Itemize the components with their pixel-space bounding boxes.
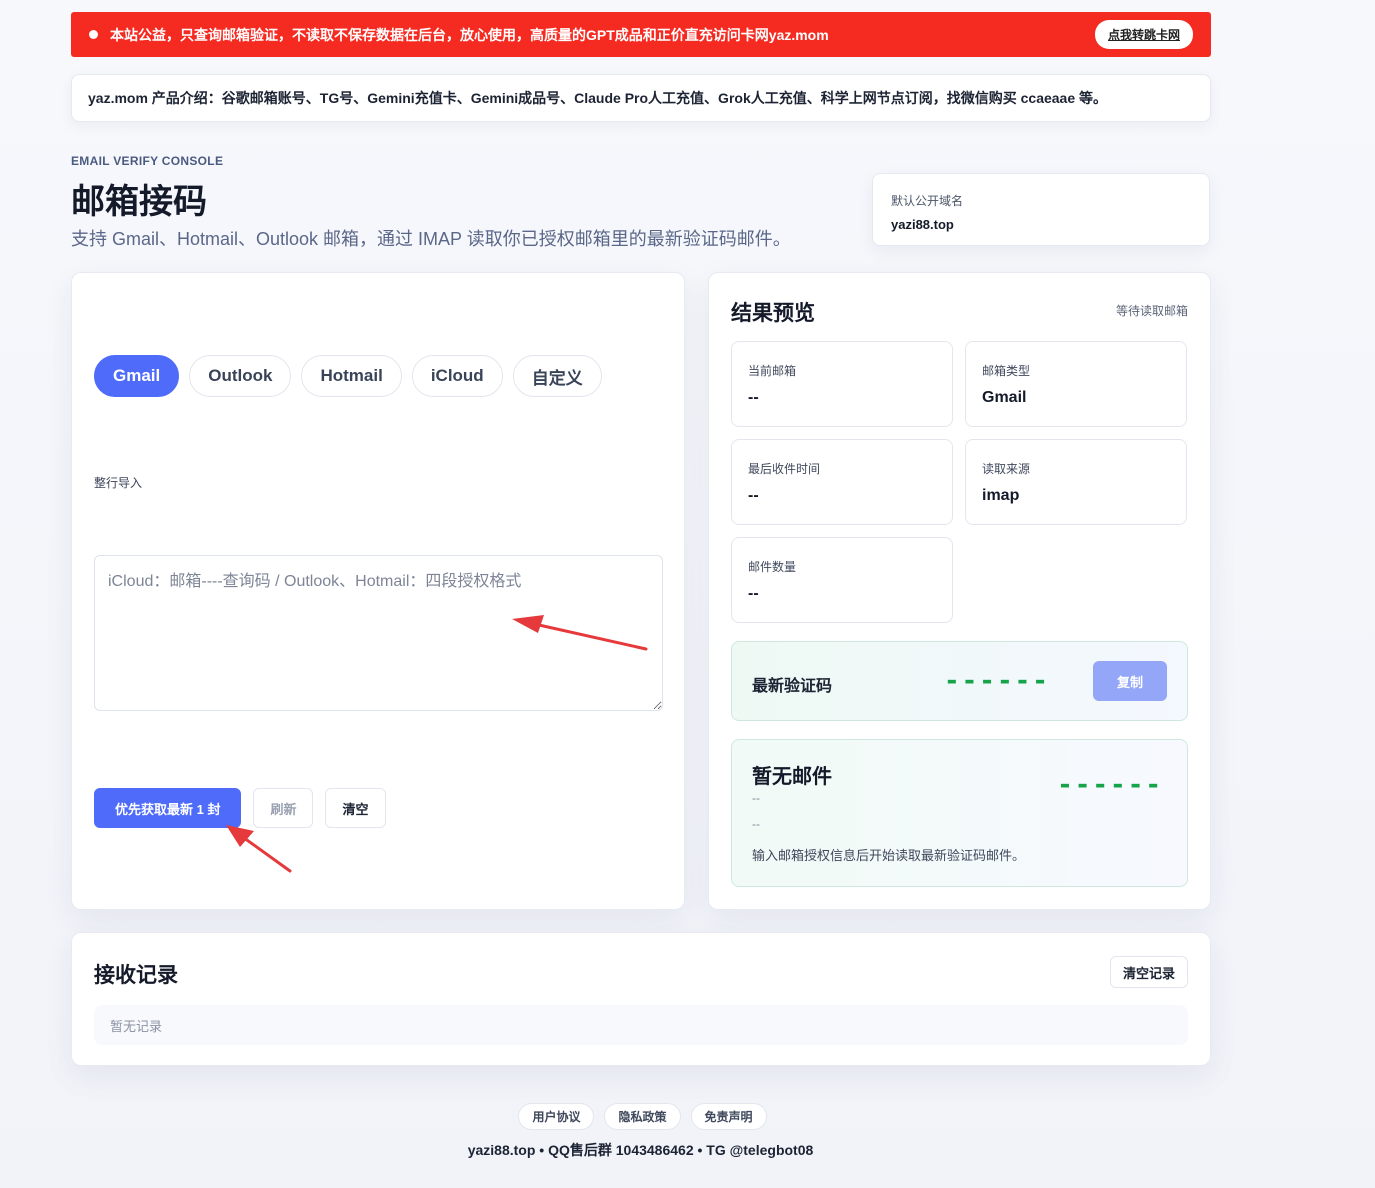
mail-time: --: [752, 817, 760, 831]
stat-current-email: 当前邮箱 --: [731, 341, 953, 427]
mailbox-type-tabs: Gmail Outlook Hotmail iCloud 自定义: [94, 355, 602, 397]
default-domain-value: yazi88.top: [891, 217, 954, 232]
result-preview-title: 结果预览: [731, 302, 815, 325]
notice-dot-icon: [89, 30, 98, 39]
stat-read-source: 读取来源 imap: [965, 439, 1187, 525]
notice-text: 本站公益，只查询邮箱验证，不读取不保存数据在后台，放心使用，高质量的GPT成品和…: [110, 26, 829, 43]
tab-hotmail[interactable]: Hotmail: [301, 355, 402, 397]
stat-label: 邮件数量: [748, 560, 797, 574]
stat-label: 邮箱类型: [982, 364, 1031, 378]
stat-mail-count: 邮件数量 --: [731, 537, 953, 623]
result-preview-status: 等待读取邮箱: [1115, 304, 1188, 318]
footer-contact-line: yazi88.top • QQ售后群 1043486462 • TG @tele…: [467, 1142, 814, 1158]
annotation-arrow-button-icon: [226, 825, 292, 873]
tab-gmail[interactable]: Gmail: [94, 355, 180, 397]
stat-value: --: [748, 585, 759, 602]
query-panel: Gmail Outlook Hotmail iCloud 自定义 整行导入 优先…: [71, 272, 685, 910]
footer-link-disclaimer[interactable]: 免责声明: [690, 1103, 767, 1130]
latest-mail-card: 暂无邮件 -- -- 输入邮箱授权信息后开始读取最新验证码邮件。 ------: [731, 739, 1188, 887]
footer-link-privacy[interactable]: 隐私政策: [604, 1103, 681, 1130]
tab-outlook[interactable]: Outlook: [189, 355, 292, 397]
tab-custom[interactable]: 自定义: [512, 355, 602, 397]
product-intro: yaz.mom 产品介绍：谷歌邮箱账号、TG号、Gemini充值卡、Gemini…: [71, 74, 1211, 122]
mail-code-value: ------: [1057, 770, 1163, 800]
import-textarea[interactable]: [94, 555, 663, 711]
mail-message: 输入邮箱授权信息后开始读取最新验证码邮件。: [752, 848, 1026, 863]
import-label: 整行导入: [94, 476, 143, 490]
page-subtitle: 支持 Gmail、Hotmail、Outlook 邮箱，通过 IMAP 读取你已…: [71, 229, 791, 249]
records-panel: 接收记录 清空记录 暂无记录: [71, 932, 1211, 1066]
eyebrow-label: EMAIL VERIFY CONSOLE: [71, 154, 224, 168]
copy-code-button[interactable]: 复制: [1093, 661, 1167, 701]
footer-link-terms[interactable]: 用户协议: [518, 1103, 595, 1130]
action-buttons: 优先获取最新 1 封 刷新 清空: [94, 788, 386, 828]
stat-value: --: [748, 487, 759, 504]
stat-label: 读取来源: [982, 462, 1031, 476]
result-preview-panel: 结果预览 等待读取邮箱 当前邮箱 -- 邮箱类型 Gmail 最后收件时间 --…: [708, 272, 1211, 910]
stat-value: imap: [982, 487, 1020, 504]
stat-label: 当前邮箱: [748, 364, 797, 378]
tab-icloud[interactable]: iCloud: [411, 355, 503, 397]
footer-links: 用户协议 隐私政策 免责声明: [0, 1103, 1330, 1130]
records-title: 接收记录: [94, 964, 178, 987]
records-empty-state: 暂无记录: [94, 1005, 1188, 1045]
default-domain-label: 默认公开域名: [891, 194, 964, 208]
clear-records-button[interactable]: 清空记录: [1109, 956, 1188, 988]
latest-code-label: 最新验证码: [752, 678, 833, 695]
stat-mailbox-type: 邮箱类型 Gmail: [965, 341, 1187, 427]
page-title: 邮箱接码: [71, 183, 207, 221]
jump-to-store-button[interactable]: 点我转跳卡网: [1094, 20, 1193, 49]
product-intro-text: yaz.mom 产品介绍：谷歌邮箱账号、TG号、Gemini充值卡、Gemini…: [88, 90, 1108, 106]
stat-value: Gmail: [982, 389, 1027, 406]
stat-label: 最后收件时间: [748, 462, 821, 476]
stat-value: --: [748, 389, 759, 406]
fetch-latest-button[interactable]: 优先获取最新 1 封: [94, 788, 242, 828]
clear-button[interactable]: 清空: [325, 788, 386, 828]
stat-last-received: 最后收件时间 --: [731, 439, 953, 525]
notice-bar: 本站公益，只查询邮箱验证，不读取不保存数据在后台，放心使用，高质量的GPT成品和…: [71, 12, 1211, 57]
latest-code-box: 最新验证码 ------ 复制: [731, 641, 1188, 721]
latest-code-value: ------: [944, 666, 1050, 696]
default-domain-card: 默认公开域名 yazi88.top: [872, 173, 1210, 246]
refresh-button[interactable]: 刷新: [253, 788, 314, 828]
